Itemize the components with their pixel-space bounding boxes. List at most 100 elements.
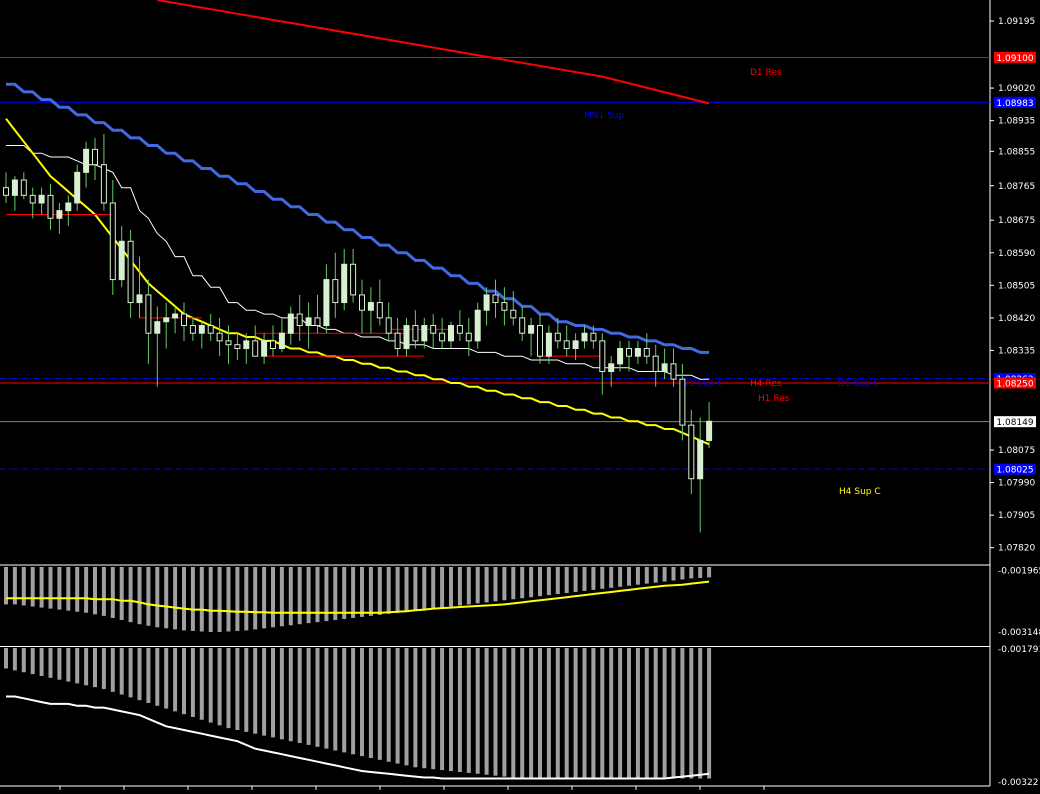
sub1-histogram-bar <box>671 567 676 581</box>
sub1-histogram-bar <box>146 567 151 626</box>
level-label: H1 Res <box>758 394 790 404</box>
sub2-histogram-bar <box>502 648 507 777</box>
sub1-histogram-bar <box>689 567 694 579</box>
y-tick-label: 1.07990 <box>998 479 1035 489</box>
sub2-histogram-bar <box>680 648 685 779</box>
sub1-histogram-bar <box>680 567 685 580</box>
y-tick-label: 1.09020 <box>998 84 1035 94</box>
sub1-histogram-bar <box>368 567 373 616</box>
sub2-histogram-bar <box>75 648 80 684</box>
sub2-histogram-bar <box>4 648 8 669</box>
candle-body <box>154 321 161 334</box>
sub1-histogram-bar <box>137 567 142 625</box>
sub2-histogram-bar <box>262 648 267 736</box>
sub2-histogram-bar <box>342 648 347 753</box>
sub2-histogram-bar <box>573 648 578 779</box>
price-tag-label: 1.08983 <box>996 99 1033 109</box>
level-label: D1 Sup C <box>838 379 880 389</box>
sub1-histogram-bar <box>244 567 249 631</box>
y-tick-label: 1.08335 <box>998 346 1035 356</box>
trading-chart[interactable]: 1.091001.089831.082621.082501.080251.081… <box>0 0 1040 794</box>
candle-body <box>581 332 588 342</box>
level-label: H4 Sup C <box>839 487 881 497</box>
candle-body <box>572 340 579 350</box>
candle-body <box>537 325 543 357</box>
candle-body <box>492 294 499 304</box>
candle-body <box>688 424 695 480</box>
sub2-histogram-bar <box>315 648 320 747</box>
sub1-histogram-bar <box>199 567 204 632</box>
sub1-histogram-bar <box>66 567 71 611</box>
sub1-histogram-bar <box>306 567 311 624</box>
sub1-histogram-bar <box>217 567 222 632</box>
sub2-histogram-bar <box>627 648 631 779</box>
candle-body <box>38 194 45 204</box>
sub1-histogram-bar <box>698 567 703 578</box>
candle-body <box>394 332 401 350</box>
candle-body <box>234 344 241 350</box>
candle-body <box>385 317 392 334</box>
sub1-histogram-bar <box>555 567 560 595</box>
sub1-histogram-bar <box>110 567 115 618</box>
sub2-histogram-bar <box>226 648 231 729</box>
sub2-histogram-bar <box>360 648 364 757</box>
candle-body <box>216 332 223 342</box>
sub1-histogram-bar <box>511 567 516 600</box>
level-label: MN1 Sup <box>584 111 625 121</box>
candle-body <box>163 317 170 323</box>
candle-body <box>296 313 303 327</box>
sub2-histogram-bar <box>288 648 293 742</box>
sub2-histogram-bar <box>21 648 26 673</box>
candle-body <box>341 263 348 304</box>
sub2-histogram-bar <box>511 648 516 778</box>
sub2-histogram-bar <box>235 648 240 731</box>
last-price-label: 1.08149 <box>996 418 1033 428</box>
candle-body <box>590 332 597 342</box>
sub1-histogram-bar <box>190 567 195 631</box>
candle-body <box>287 313 294 334</box>
candle-body <box>305 317 312 327</box>
sub1-histogram-bar <box>297 567 302 625</box>
sub2-histogram-bar <box>671 648 676 779</box>
sub1-histogram-bar <box>395 567 400 613</box>
candle-body <box>430 325 437 334</box>
y-tick-label: 1.09195 <box>998 17 1035 27</box>
sub1-histogram-bar <box>440 567 445 608</box>
candle-body <box>47 194 54 219</box>
sub1-histogram-bar <box>48 567 53 609</box>
candle-body <box>626 348 632 357</box>
candle-body <box>56 210 63 219</box>
candle-body <box>563 340 570 350</box>
sub1-histogram-bar <box>84 567 89 613</box>
sub2-histogram-bar <box>662 648 667 779</box>
sub2-histogram-bar <box>644 648 649 779</box>
sub1-histogram-bar <box>235 567 240 631</box>
y-tick-label: 1.08420 <box>998 314 1035 324</box>
sub2-histogram-bar <box>217 648 222 726</box>
candle-body <box>519 317 526 334</box>
sub2-histogram-bar <box>57 648 62 680</box>
sub1-histogram-bar <box>644 567 649 584</box>
sub2-histogram-bar <box>30 648 35 675</box>
y-tick-label: 1.07905 <box>998 511 1035 521</box>
sub2-histogram-bar <box>12 648 17 671</box>
candle-body <box>448 325 454 342</box>
sub2-histogram-bar <box>244 648 249 732</box>
sub1-histogram-bar <box>529 567 534 598</box>
candle-body <box>367 302 374 311</box>
sub2-histogram-bar <box>208 648 213 723</box>
level-label: D1 Res <box>750 68 782 78</box>
sub2-histogram-bar <box>377 648 382 760</box>
candle-body <box>608 363 615 373</box>
sub2-histogram-bar <box>173 648 178 712</box>
sub2-histogram-bar <box>128 648 133 698</box>
candle-body <box>314 317 321 327</box>
y-tick-label: 1.08590 <box>998 249 1035 259</box>
sub2-y-tick: -0.00322 <box>998 778 1038 788</box>
sub1-histogram-bar <box>226 567 231 632</box>
candle-body <box>474 309 481 342</box>
sub1-histogram-bar <box>502 567 507 601</box>
sub2-histogram-bar <box>466 648 471 773</box>
candle-body <box>207 325 214 334</box>
sub1-histogram-bar <box>377 567 382 615</box>
